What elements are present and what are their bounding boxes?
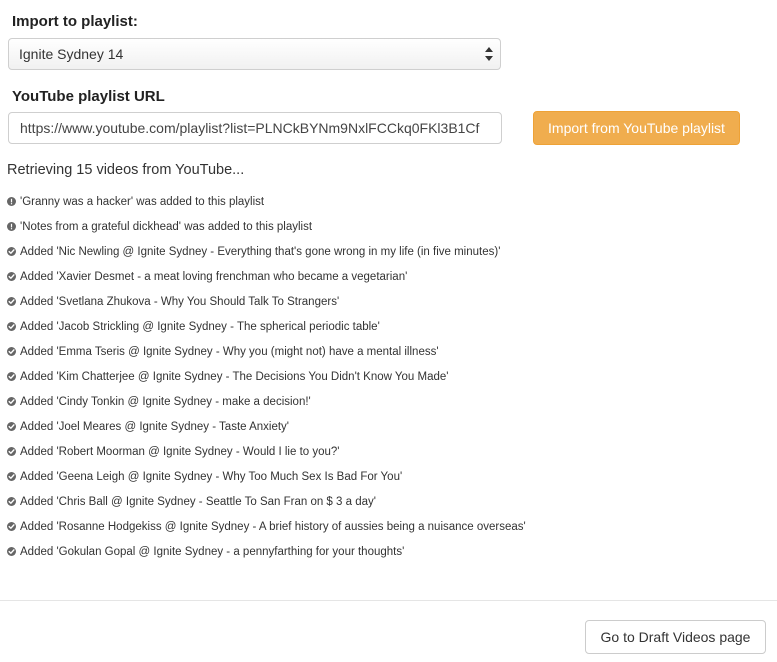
exclamation-circle-icon [7, 222, 16, 231]
log-item-text: Added 'Svetlana Zhukova - Why You Should… [20, 295, 340, 308]
log-item: Added 'Kim Chatterjee @ Ignite Sydney - … [7, 364, 526, 389]
check-circle-icon [7, 472, 16, 481]
log-item: 'Granny was a hacker' was added to this … [7, 189, 526, 214]
log-item-text: Added 'Emma Tseris @ Ignite Sydney - Why… [20, 345, 439, 358]
log-item: Added 'Svetlana Zhukova - Why You Should… [7, 289, 526, 314]
import-page: Import to playlist: Ignite Sydney 14 You… [0, 0, 777, 662]
youtube-url-value: https://www.youtube.com/playlist?list=PL… [20, 120, 480, 136]
log-item-text: Added 'Gokulan Gopal @ Ignite Sydney - a… [20, 545, 405, 558]
check-circle-icon [7, 497, 16, 506]
log-item-text: Added 'Jacob Strickling @ Ignite Sydney … [20, 320, 380, 333]
log-item-text: Added 'Rosanne Hodgekiss @ Ignite Sydney… [20, 520, 526, 533]
log-item: Added 'Xavier Desmet - a meat loving fre… [7, 264, 526, 289]
check-circle-icon [7, 522, 16, 531]
import-button[interactable]: Import from YouTube playlist [533, 111, 740, 145]
log-item: Added 'Jacob Strickling @ Ignite Sydney … [7, 314, 526, 339]
log-item: Added 'Geena Leigh @ Ignite Sydney - Why… [7, 464, 526, 489]
log-item: Added 'Robert Moorman @ Ignite Sydney - … [7, 439, 526, 464]
status-message: Retrieving 15 videos from YouTube... [7, 162, 245, 178]
log-item: Added 'Emma Tseris @ Ignite Sydney - Why… [7, 339, 526, 364]
log-item: 'Notes from a grateful dickhead' was add… [7, 214, 526, 239]
log-item-text: Added 'Nic Newling @ Ignite Sydney - Eve… [20, 245, 501, 258]
youtube-url-input[interactable]: https://www.youtube.com/playlist?list=PL… [8, 112, 502, 144]
playlist-selected-value: Ignite Sydney 14 [19, 46, 124, 62]
log-item: Added 'Joel Meares @ Ignite Sydney - Tas… [7, 414, 526, 439]
playlist-label: Import to playlist: [12, 13, 138, 30]
log-item-text: 'Granny was a hacker' was added to this … [20, 195, 265, 208]
select-updown-icon [484, 45, 494, 63]
check-circle-icon [7, 272, 16, 281]
log-item: Added 'Nic Newling @ Ignite Sydney - Eve… [7, 239, 526, 264]
log-item: Added 'Rosanne Hodgekiss @ Ignite Sydney… [7, 514, 526, 539]
log-item-text: Added 'Xavier Desmet - a meat loving fre… [20, 270, 408, 283]
check-circle-icon [7, 297, 16, 306]
check-circle-icon [7, 372, 16, 381]
log-item: Added 'Cindy Tonkin @ Ignite Sydney - ma… [7, 389, 526, 414]
check-circle-icon [7, 397, 16, 406]
check-circle-icon [7, 447, 16, 456]
log-item-text: Added 'Geena Leigh @ Ignite Sydney - Why… [20, 470, 403, 483]
url-label: YouTube playlist URL [12, 88, 165, 105]
check-circle-icon [7, 347, 16, 356]
log-item-text: Added 'Chris Ball @ Ignite Sydney - Seat… [20, 495, 376, 508]
log-item: Added 'Gokulan Gopal @ Ignite Sydney - a… [7, 539, 526, 564]
check-circle-icon [7, 422, 16, 431]
draft-videos-button[interactable]: Go to Draft Videos page [585, 620, 766, 654]
check-circle-icon [7, 322, 16, 331]
log-item-text: Added 'Cindy Tonkin @ Ignite Sydney - ma… [20, 395, 311, 408]
footer-divider [0, 600, 777, 601]
log-item: Added 'Chris Ball @ Ignite Sydney - Seat… [7, 489, 526, 514]
check-circle-icon [7, 247, 16, 256]
playlist-select[interactable]: Ignite Sydney 14 [8, 38, 501, 70]
log-item-text: Added 'Joel Meares @ Ignite Sydney - Tas… [20, 420, 289, 433]
check-circle-icon [7, 547, 16, 556]
exclamation-circle-icon [7, 197, 16, 206]
log-item-text: 'Notes from a grateful dickhead' was add… [20, 220, 313, 233]
log-item-text: Added 'Kim Chatterjee @ Ignite Sydney - … [20, 370, 449, 383]
log-item-text: Added 'Robert Moorman @ Ignite Sydney - … [20, 445, 340, 458]
import-log: 'Granny was a hacker' was added to this … [7, 189, 526, 564]
